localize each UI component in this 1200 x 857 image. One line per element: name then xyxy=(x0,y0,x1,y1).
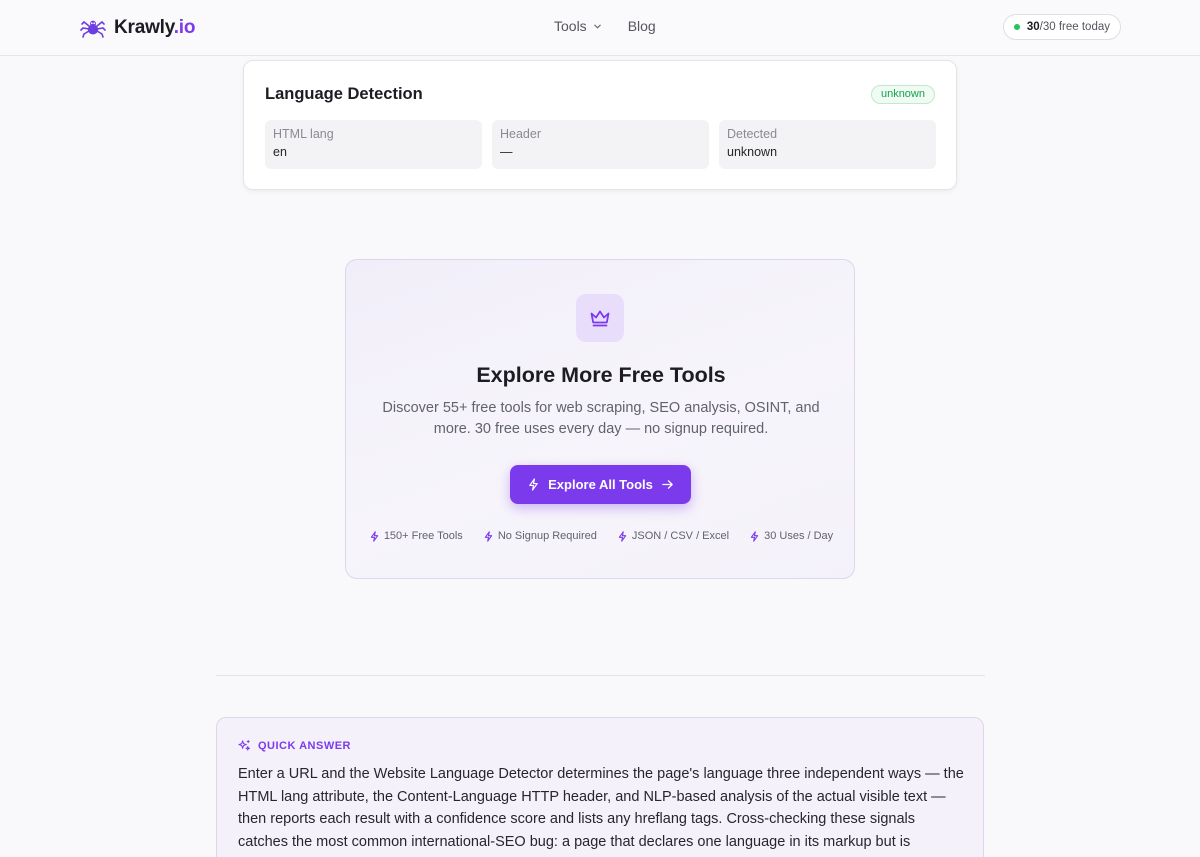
lightning-icon xyxy=(484,530,493,542)
field-value: en xyxy=(273,145,287,159)
lightning-icon xyxy=(618,530,627,542)
chevron-down-icon xyxy=(593,24,601,29)
field-label: Detected xyxy=(727,127,778,141)
brand-logo-link[interactable]: Krawly.io xyxy=(80,14,195,42)
quick-answer-box: QUICK ANSWER Enter a URL and the Website… xyxy=(216,717,984,857)
field-label: HTML lang xyxy=(273,127,334,141)
main-nav: Tools Blog xyxy=(554,18,656,34)
nav-blog-link[interactable]: Blog xyxy=(628,18,656,34)
crown-icon-container xyxy=(576,294,624,342)
feature-item: No Signup Required xyxy=(483,530,597,542)
quick-answer-heading: QUICK ANSWER xyxy=(238,739,351,752)
crown-icon xyxy=(590,310,610,327)
header-lang-field: Header — xyxy=(492,120,709,169)
sparkles-icon xyxy=(238,739,251,751)
nav-blog-label: Blog xyxy=(627,18,656,34)
explore-all-tools-button[interactable]: Explore All Tools xyxy=(510,465,691,504)
section-divider xyxy=(216,675,985,676)
explore-button-label: Explore All Tools xyxy=(548,477,653,492)
status-dot-icon xyxy=(1013,24,1020,30)
html-lang-field: HTML lang en xyxy=(265,120,482,169)
daily-quota-badge: 30/30 free today xyxy=(1002,14,1121,40)
lightning-icon xyxy=(529,478,538,491)
promo-title: Explore More Free Tools xyxy=(476,363,726,387)
status-badge: unknown xyxy=(870,85,935,104)
language-fields: HTML lang en Header — Detected unknown xyxy=(265,120,936,169)
quick-answer-text: Enter a URL and the Website Language Det… xyxy=(238,766,964,850)
lightning-icon xyxy=(370,530,379,542)
nav-tools-label: Tools xyxy=(554,18,587,34)
feature-list: 150+ Free Tools No Signup Required JSON … xyxy=(346,530,856,542)
detected-lang-field: Detected unknown xyxy=(719,120,936,169)
promo-description: Discover 55+ free tools for web scraping… xyxy=(382,400,820,437)
arrow-right-icon xyxy=(662,480,673,489)
feature-item: JSON / CSV / Excel xyxy=(617,530,729,542)
quota-text: 30/30 free today xyxy=(1026,21,1110,33)
language-detection-card: Language Detection unknown HTML lang en … xyxy=(243,60,957,190)
language-detection-title: Language Detection xyxy=(265,85,423,103)
field-value: unknown xyxy=(727,145,778,159)
spider-logo-icon xyxy=(80,20,106,38)
field-label: Header xyxy=(500,127,541,141)
lightning-icon xyxy=(750,530,759,542)
nav-tools-dropdown[interactable]: Tools xyxy=(554,18,602,34)
field-value: — xyxy=(500,145,513,159)
top-navigation-bar: Krawly.io Tools Blog 30/30 free today xyxy=(0,0,1200,56)
feature-item: 30 Uses / Day xyxy=(749,530,833,542)
feature-item: 150+ Free Tools xyxy=(369,530,463,542)
explore-tools-promo: Explore More Free Tools Discover 55+ fre… xyxy=(345,259,855,579)
brand-name: Krawly.io xyxy=(114,17,196,38)
